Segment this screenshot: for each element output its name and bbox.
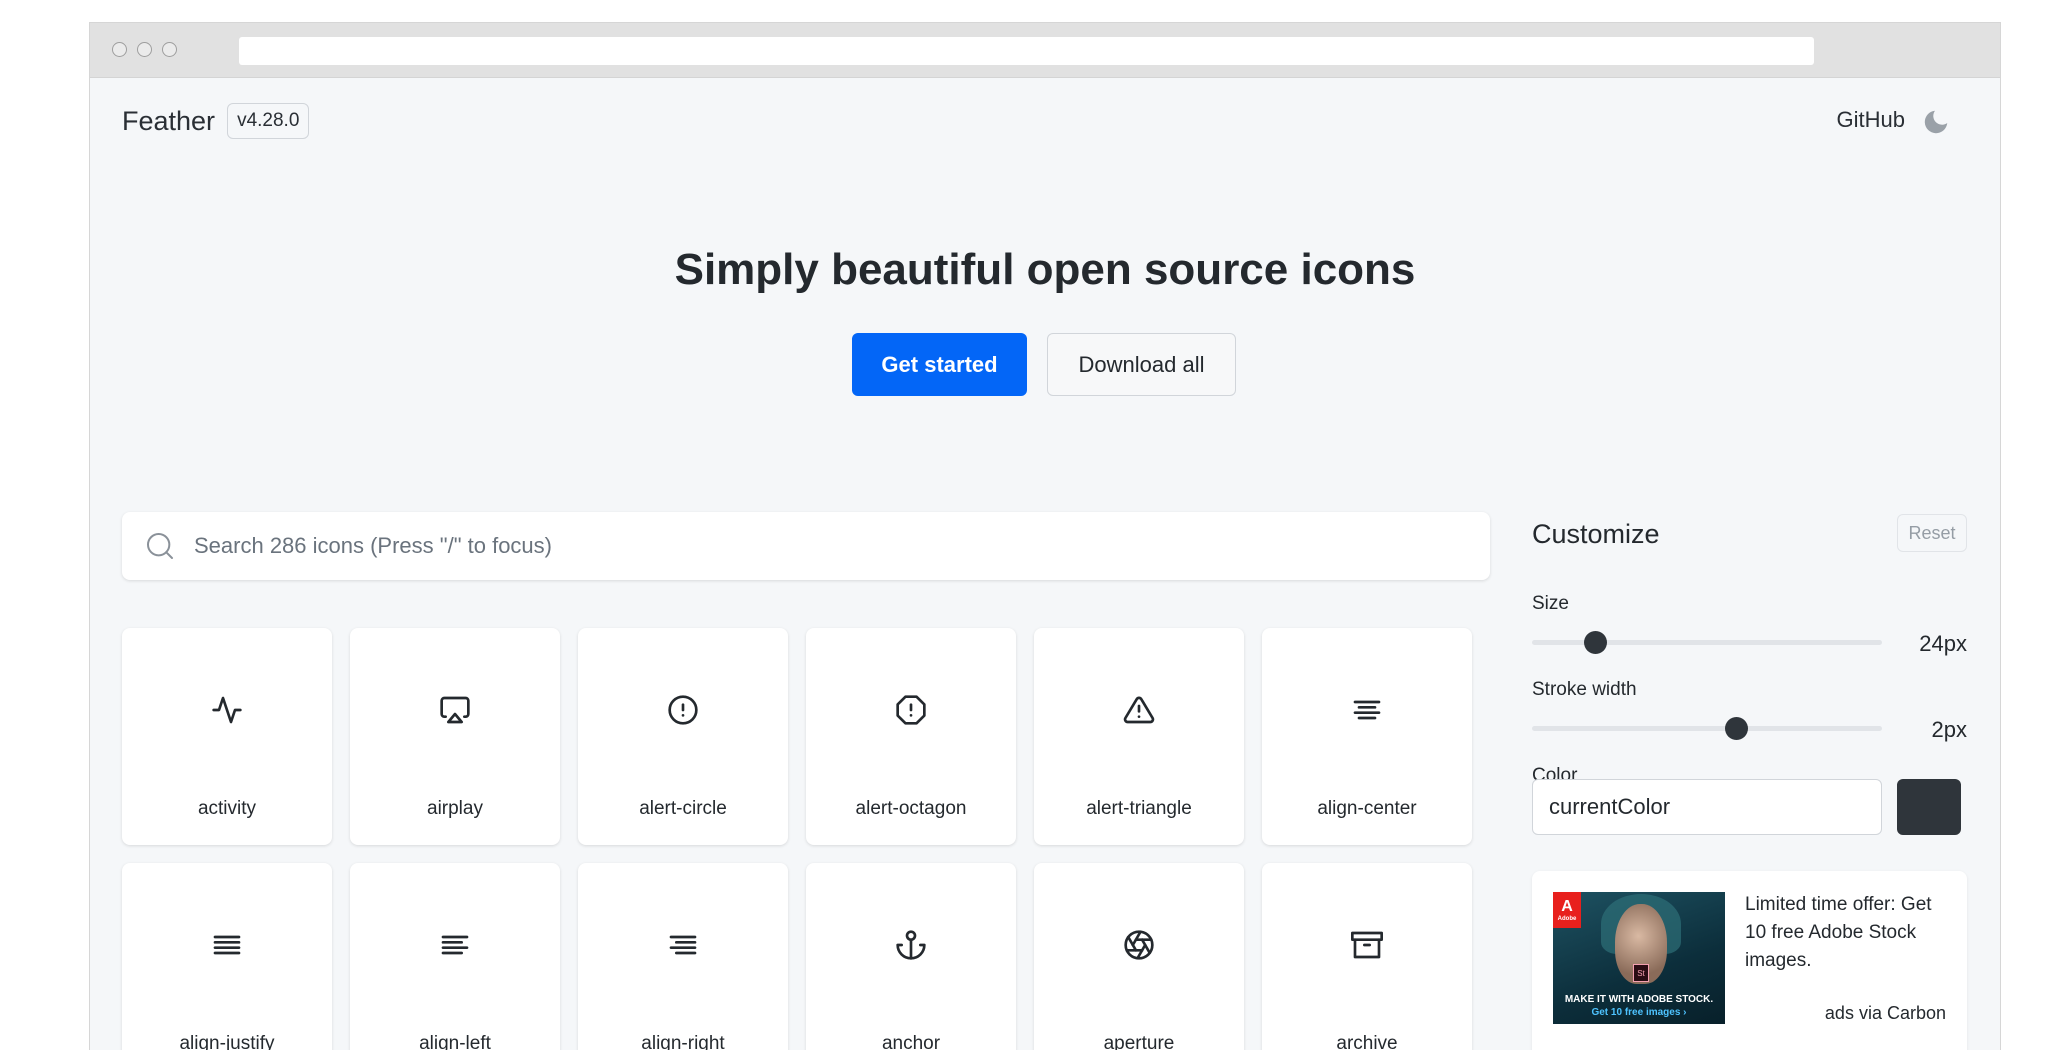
icon-tile-aperture[interactable]: aperture xyxy=(1034,863,1244,1050)
icon-tile-label: alert-circle xyxy=(639,798,727,819)
stroke-width-slider[interactable] xyxy=(1532,717,1882,740)
ad-text[interactable]: Limited time offer: Get 10 free Adobe St… xyxy=(1745,891,1945,975)
airplay-icon xyxy=(440,696,470,724)
icon-tile-align-left[interactable]: align-left xyxy=(350,863,560,1050)
icon-tile-alert-octagon[interactable]: alert-octagon xyxy=(806,628,1016,845)
icon-tile-label: alert-triangle xyxy=(1086,798,1192,819)
icon-tile-anchor[interactable]: anchor xyxy=(806,863,1016,1050)
icon-tile-label: align-left xyxy=(419,1033,491,1050)
stock-logo-icon: St xyxy=(1633,964,1649,982)
size-slider[interactable] xyxy=(1532,631,1882,654)
zoom-window-button[interactable] xyxy=(162,42,177,57)
icon-tile-align-right[interactable]: align-right xyxy=(578,863,788,1050)
alert-triangle-icon xyxy=(1123,696,1155,724)
icon-tile-label: anchor xyxy=(881,1033,941,1050)
browser-titlebar xyxy=(90,23,2000,78)
icon-tile-airplay[interactable]: airplay xyxy=(350,628,560,845)
color-field[interactable]: currentColor xyxy=(1532,779,1882,835)
icon-tile-label: alert-octagon xyxy=(855,798,967,819)
download-all-button[interactable]: Download all xyxy=(1047,333,1236,396)
carbon-ad[interactable]: St A Adobe MAKE IT WITH ADOBE STOCK. Get … xyxy=(1532,871,1967,1050)
icon-tile-label: airplay xyxy=(427,798,483,819)
icon-tile-align-center[interactable]: align-center xyxy=(1262,628,1472,845)
customize-title: Customize xyxy=(1532,519,1660,549)
brand: Feather v4.28.0 xyxy=(122,103,310,139)
close-window-button[interactable] xyxy=(112,42,127,57)
icon-tile-label: align-justify xyxy=(179,1033,275,1050)
archive-icon xyxy=(1351,931,1383,959)
align-right-icon xyxy=(669,935,697,955)
reset-button[interactable]: Reset xyxy=(1897,514,1967,552)
size-value: 24px xyxy=(1919,631,1967,656)
ad-image-caption: MAKE IT WITH ADOBE STOCK. xyxy=(1564,994,1714,1005)
color-field-value: currentColor xyxy=(1549,794,1671,819)
browser-window: Feather v4.28.0 GitHub Simply beautiful … xyxy=(89,22,2001,1050)
stroke-width-value: 2px xyxy=(1931,717,1967,742)
stroke-width-slider-handle[interactable] xyxy=(1724,717,1748,740)
icon-tile-label: archive xyxy=(1336,1033,1398,1050)
icon-tile-activity[interactable]: activity xyxy=(122,628,332,845)
align-center-icon xyxy=(1353,700,1381,720)
ad-image[interactable]: St A Adobe MAKE IT WITH ADOBE STOCK. Get … xyxy=(1553,892,1725,1024)
minimize-window-button[interactable] xyxy=(137,42,152,57)
hero-title: Simply beautiful open source icons xyxy=(674,245,1416,294)
search-input[interactable]: Search 286 icons (Press "/" to focus) xyxy=(122,512,1490,580)
ad-image-subcaption: Get 10 free images › xyxy=(1591,1007,1687,1018)
icon-tile-alert-triangle[interactable]: alert-triangle xyxy=(1034,628,1244,845)
icon-tile-label: align-center xyxy=(1317,798,1417,819)
aperture-icon xyxy=(1124,930,1154,960)
align-justify-icon xyxy=(213,935,241,955)
color-swatch[interactable] xyxy=(1897,779,1961,835)
icon-tile-archive[interactable]: archive xyxy=(1262,863,1472,1050)
search-placeholder: Search 286 icons (Press "/" to focus) xyxy=(194,533,552,558)
stroke-width-label: Stroke width xyxy=(1532,679,1637,700)
align-left-icon xyxy=(441,935,469,955)
icon-tile-label: align-right xyxy=(641,1033,725,1050)
icon-tile-alert-circle[interactable]: alert-circle xyxy=(578,628,788,845)
icon-tile-label: aperture xyxy=(1103,1033,1175,1050)
ad-via-carbon-link[interactable]: ads via Carbon xyxy=(1825,1003,1946,1024)
github-link[interactable]: GitHub xyxy=(1837,107,1905,133)
size-slider-handle[interactable] xyxy=(1584,631,1608,654)
size-label: Size xyxy=(1532,593,1569,614)
icon-tile-label: activity xyxy=(197,798,257,819)
alert-circle-icon xyxy=(668,695,698,725)
address-bar[interactable] xyxy=(239,37,1814,65)
icon-tile-align-justify[interactable]: align-justify xyxy=(122,863,332,1050)
activity-icon xyxy=(212,696,242,724)
version-badge: v4.28.0 xyxy=(227,103,310,139)
search-icon xyxy=(147,533,173,559)
adobe-logo-icon: A Adobe xyxy=(1553,892,1581,928)
moon-icon[interactable] xyxy=(1921,107,1951,137)
alert-octagon-icon xyxy=(896,695,926,725)
brand-name[interactable]: Feather xyxy=(122,106,215,137)
get-started-button[interactable]: Get started xyxy=(852,333,1027,396)
anchor-icon xyxy=(896,930,926,960)
